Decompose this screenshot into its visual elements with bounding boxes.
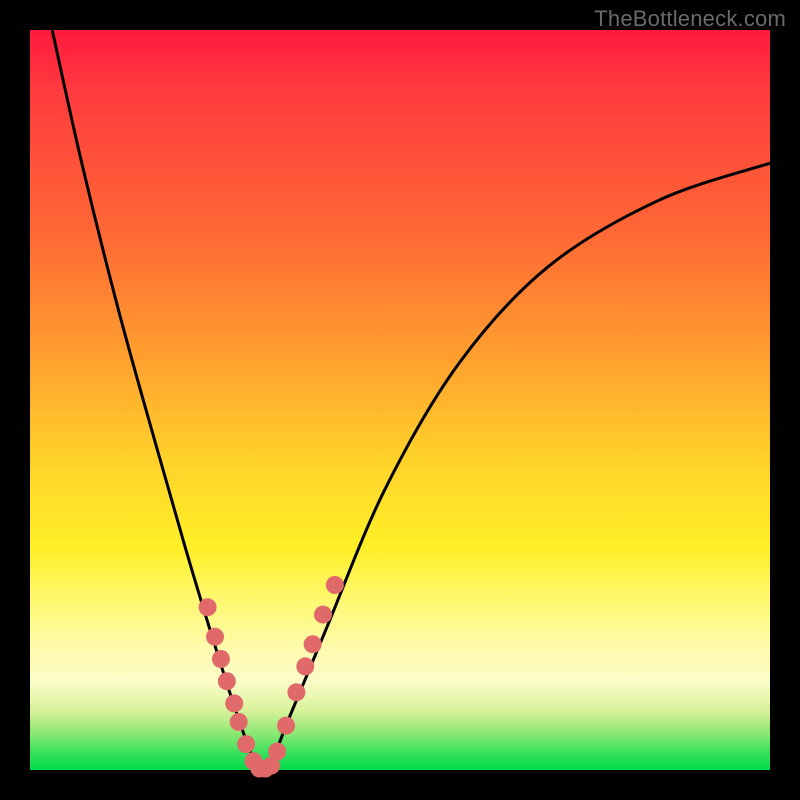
sample-dot [304, 635, 322, 653]
sample-dot [287, 683, 305, 701]
sample-dot [277, 717, 295, 735]
sample-dot [206, 628, 224, 646]
bottleneck-curve [52, 30, 770, 770]
sample-dot [326, 576, 344, 594]
sample-dot [218, 672, 236, 690]
chart-frame: TheBottleneck.com [0, 0, 800, 800]
sample-dot [237, 735, 255, 753]
sample-dot [314, 606, 332, 624]
sample-dot [296, 657, 314, 675]
sample-dots [199, 576, 344, 778]
sample-dot [212, 650, 230, 668]
curve-layer [30, 30, 770, 770]
sample-dot [268, 743, 286, 761]
watermark-text: TheBottleneck.com [594, 6, 786, 32]
sample-dot [225, 694, 243, 712]
plot-area [30, 30, 770, 770]
sample-dot [230, 713, 248, 731]
sample-dot [199, 598, 217, 616]
